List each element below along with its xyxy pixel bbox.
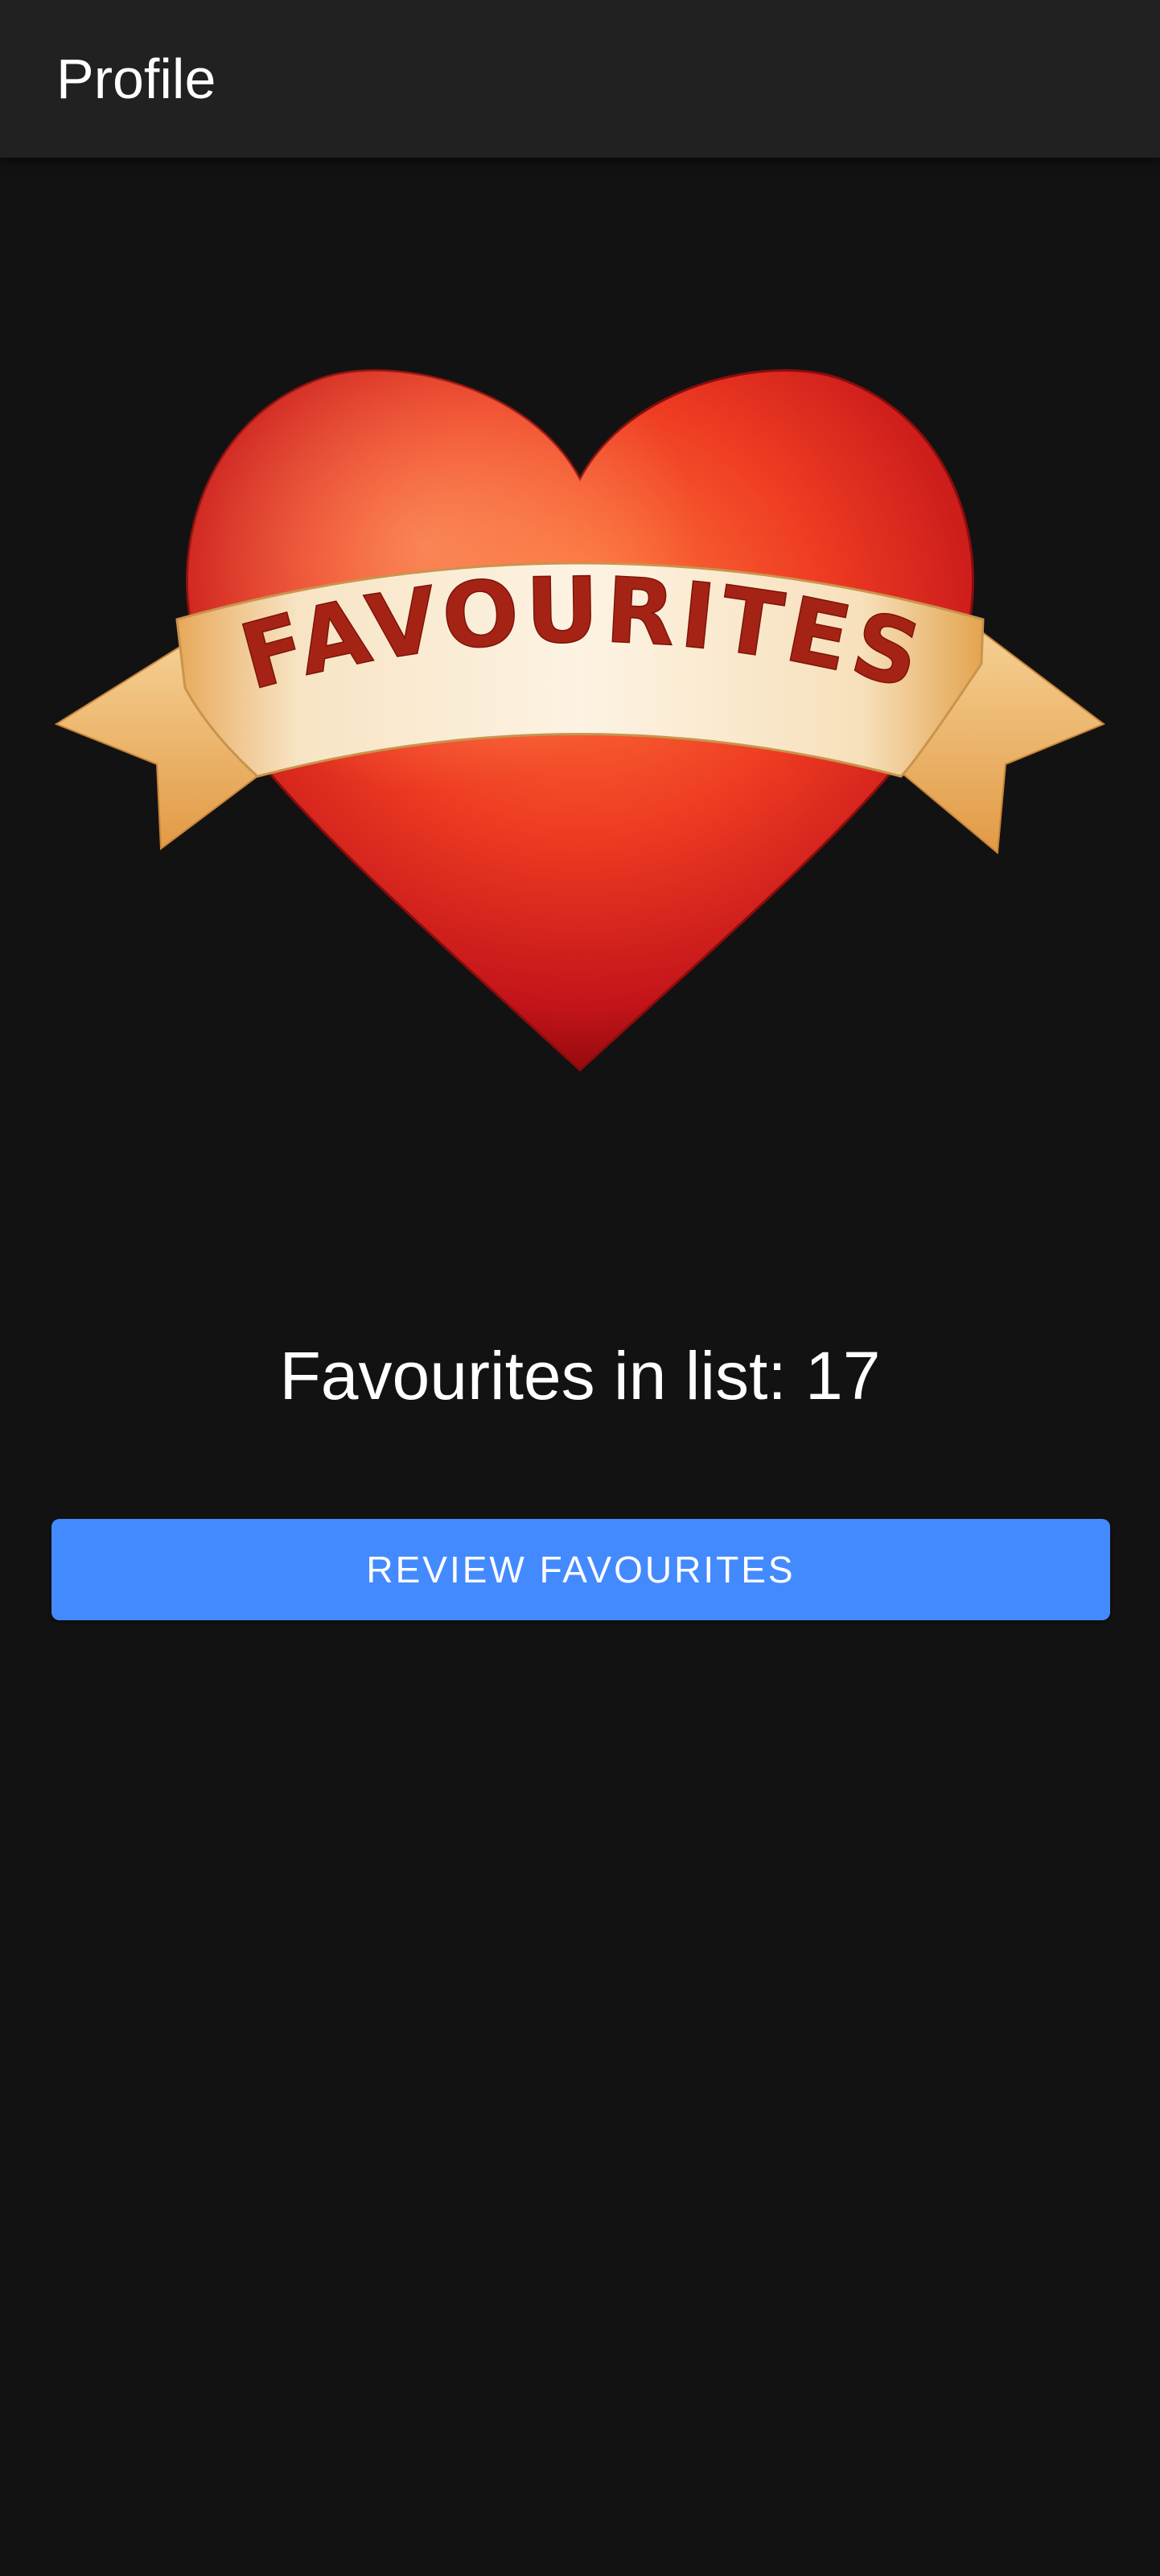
app-bar: Profile [0, 0, 1160, 158]
favourites-count-text: Favourites in list: 17 [279, 1338, 881, 1414]
heart-with-banner-icon: FAVOURITES [54, 368, 1106, 1072]
favourites-emblem: FAVOURITES [48, 354, 1112, 1102]
review-favourites-button[interactable]: REVIEW FAVOURITES [51, 1519, 1110, 1620]
page-title: Profile [56, 47, 216, 110]
